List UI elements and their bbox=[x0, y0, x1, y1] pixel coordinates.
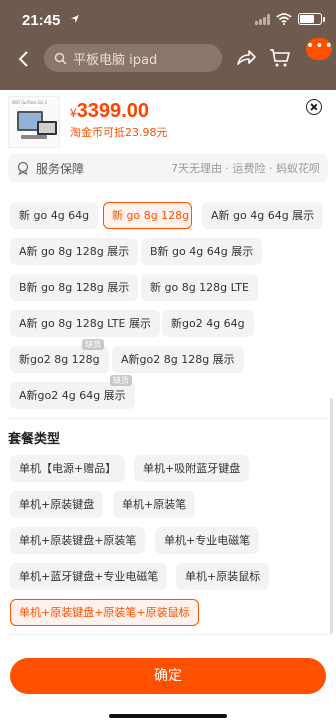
status-time: 21:45 bbox=[22, 12, 61, 29]
wifi-icon bbox=[276, 13, 292, 25]
variant-option-9[interactable]: 新go2 8g 128g bbox=[10, 346, 109, 373]
package-option-2[interactable]: 单机+原装键盘 bbox=[10, 491, 104, 518]
search-placeholder: 平板电脑 ipad bbox=[73, 52, 158, 68]
service-detail: 7天无理由 · 运费险 · 蚂蚁花呗 bbox=[171, 162, 320, 175]
cellular-signal-icon bbox=[255, 13, 270, 25]
search-input[interactable]: 平板电脑 ipad bbox=[44, 44, 222, 72]
variant-option-7[interactable]: A新 go 8g 128g LTE 展示 bbox=[10, 310, 160, 337]
out-of-stock-badge: 缺货 bbox=[110, 375, 132, 386]
out-of-stock-badge: 缺货 bbox=[82, 339, 104, 350]
confirm-button[interactable]: 确定 bbox=[10, 658, 326, 694]
variant-option-8[interactable]: 新go2 4g 64g bbox=[162, 310, 254, 337]
coin-discount-note: 淘金币可抵23.98元 bbox=[70, 126, 168, 139]
variant-option-10[interactable]: A新go2 8g 128g 展示 bbox=[112, 346, 244, 373]
service-title: 服务保障 bbox=[36, 161, 85, 176]
status-indicators bbox=[255, 13, 325, 25]
variant-option-0[interactable]: 新 go 4g 64g bbox=[10, 202, 99, 229]
variant-option-11[interactable]: A新go2 4g 64g 展示 bbox=[10, 382, 135, 409]
options-scroll-area[interactable]: 新 go 4g 64g 新 go 8g 128g A新 go 4g 64g 展示… bbox=[0, 198, 336, 634]
cart-icon[interactable] bbox=[268, 46, 292, 70]
search-icon bbox=[54, 52, 67, 65]
variant-option-4[interactable]: B新 go 4g 64g 展示 bbox=[141, 238, 263, 265]
package-option-3[interactable]: 单机+原装笔 bbox=[113, 491, 196, 518]
variant-option-1[interactable]: 新 go 8g 128g bbox=[103, 202, 192, 229]
variant-option-3[interactable]: A新 go 8g 128g 展示 bbox=[10, 238, 139, 265]
location-arrow-icon bbox=[71, 15, 79, 23]
package-option-1[interactable]: 单机+吸附蓝牙键盘 bbox=[134, 455, 250, 482]
close-icon[interactable] bbox=[306, 99, 322, 115]
package-option-5[interactable]: 单机+专业电磁笔 bbox=[155, 527, 260, 554]
variant-option-6[interactable]: 新 go 8g 128g LTE bbox=[141, 274, 258, 301]
product-price: ¥3399.00 bbox=[70, 100, 149, 123]
package-option-7[interactable]: 单机+原装鼠标 bbox=[176, 563, 270, 590]
product-thumbnail: WiFi Surface Go 2 bbox=[8, 96, 60, 148]
footer-divider bbox=[8, 634, 328, 635]
status-bar: 21:45 bbox=[0, 0, 336, 38]
service-guarantee-row[interactable]: 服务保障 7天无理由 · 运费险 · 蚂蚁花呗 bbox=[8, 154, 328, 182]
package-option-4[interactable]: 单机+原装键盘+原装笔 bbox=[10, 527, 146, 554]
share-icon[interactable] bbox=[234, 46, 258, 70]
battery-icon bbox=[298, 13, 325, 25]
more-button[interactable]: ••• bbox=[306, 38, 333, 60]
package-option-8[interactable]: 单机+原装键盘+原装笔+原装鼠标 bbox=[10, 599, 199, 626]
back-button[interactable] bbox=[12, 46, 36, 72]
chevron-left-icon bbox=[18, 51, 28, 67]
price-value: 3399.00 bbox=[76, 100, 149, 122]
thumb-caption: WiFi Surface Go 2 bbox=[12, 100, 48, 105]
guarantee-badge-icon bbox=[17, 161, 29, 175]
package-option-6[interactable]: 单机+蓝牙键盘+专业电磁笔 bbox=[10, 563, 168, 590]
variant-option-2[interactable]: A新 go 4g 64g 展示 bbox=[202, 202, 324, 229]
scrollbar[interactable] bbox=[330, 398, 333, 634]
package-option-0[interactable]: 单机【电源+赠品】 bbox=[10, 455, 126, 482]
sku-selector-sheet: WiFi Surface Go 2 ¥3399.00 淘金币可抵23.98元 服… bbox=[0, 90, 336, 728]
section-divider bbox=[8, 418, 328, 419]
price-currency: ¥ bbox=[70, 106, 77, 120]
package-section-title: 套餐类型 bbox=[8, 432, 61, 447]
variant-option-5[interactable]: B新 go 8g 128g 展示 bbox=[10, 274, 139, 301]
top-nav: 平板电脑 ipad ••• bbox=[0, 38, 336, 82]
home-indicator bbox=[109, 714, 227, 718]
